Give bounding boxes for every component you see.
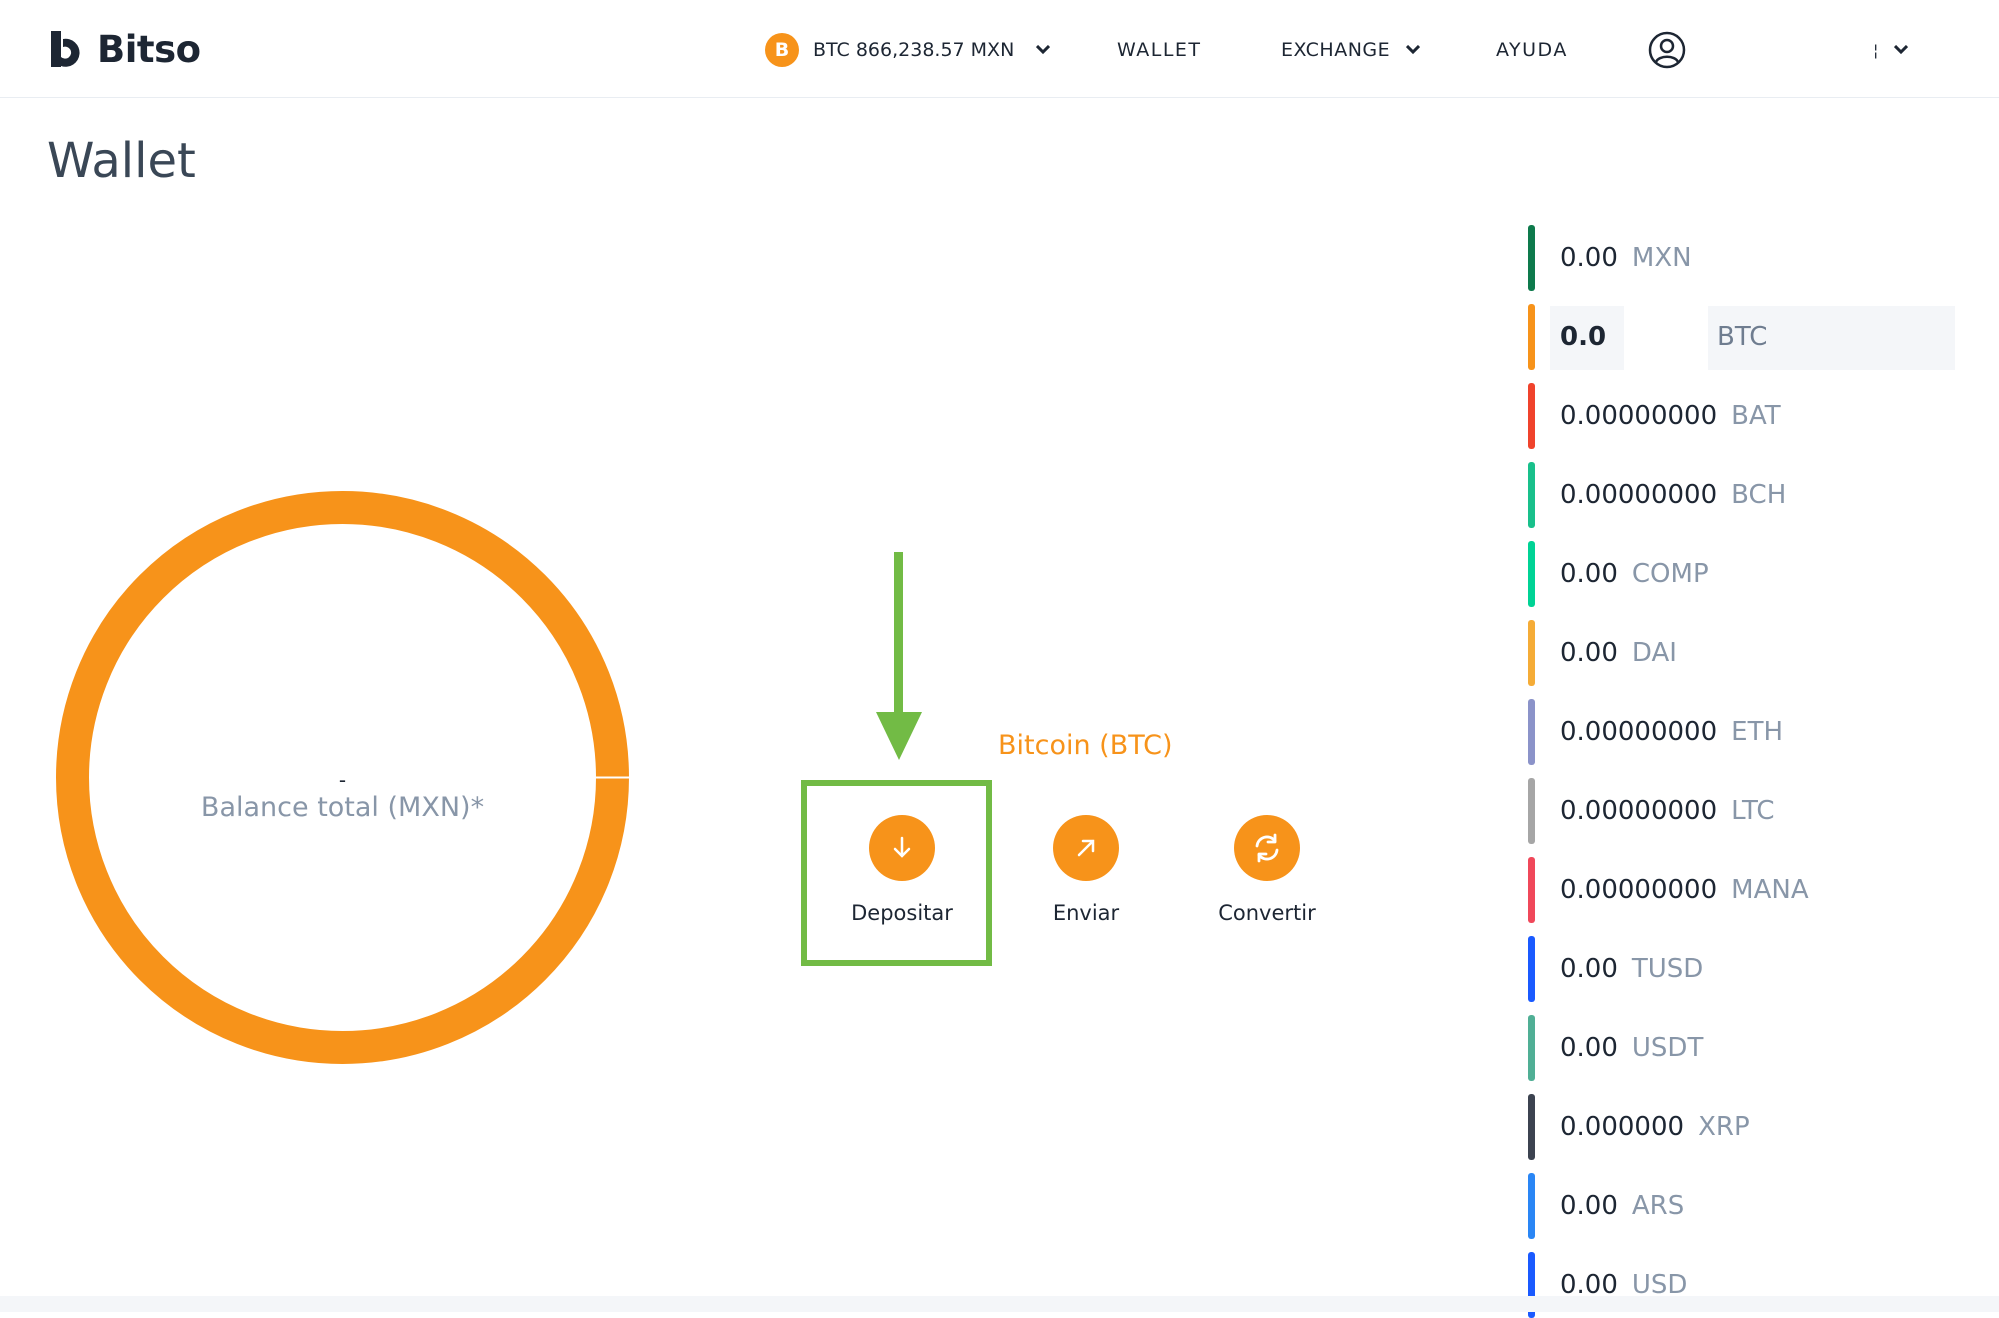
- balance-row-btc[interactable]: 0.0 BTC: [1525, 304, 1955, 370]
- convert-button[interactable]: Convertir: [1192, 815, 1342, 925]
- btc-price-text: BTC 866,238.57 MXN: [813, 39, 1015, 61]
- currency-code: DAI: [1631, 638, 1677, 668]
- currency-code: ETH: [1731, 717, 1784, 747]
- nav-ayuda[interactable]: AYUDA: [1496, 30, 1568, 70]
- currency-color-bar: [1528, 857, 1535, 923]
- balance-text: 0.00 COMP: [1560, 559, 1709, 589]
- balance-amount: 0.00: [1560, 638, 1618, 668]
- balance-row-ltc[interactable]: 0.00000000 LTC: [1525, 778, 1955, 844]
- balance-amount: 0.00: [1560, 1191, 1618, 1221]
- balance-row-mana[interactable]: 0.00000000 MANA: [1525, 857, 1955, 923]
- user-account-button[interactable]: [1648, 30, 1686, 70]
- currency-color-bar: [1528, 936, 1535, 1002]
- currency-code: BAT: [1731, 401, 1781, 431]
- balance-amount: 0.00000000: [1560, 480, 1718, 510]
- balance-text: 0.00 TUSD: [1560, 954, 1703, 984]
- top-nav: Bitso B BTC 866,238.57 MXN WALLET EXCHAN…: [0, 0, 1999, 98]
- balance-total-label: Balance total (MXN)*: [200, 792, 485, 823]
- balance-amount: 0.00000000: [1560, 796, 1718, 826]
- balance-row-ars[interactable]: 0.00 ARS: [1525, 1173, 1955, 1239]
- nav-exchange[interactable]: EXCHANGE: [1281, 30, 1421, 70]
- currency-color-bar: [1528, 620, 1535, 686]
- currency-code: XRP: [1698, 1112, 1750, 1142]
- send-label: Enviar: [1052, 901, 1120, 925]
- balance-row-mxn[interactable]: 0.00 MXN: [1525, 225, 1955, 291]
- balance-text: 0.00 DAI: [1560, 638, 1677, 668]
- chevron-down-icon: [1036, 45, 1051, 55]
- send-arrow-icon: [1053, 815, 1119, 881]
- currency-code: USDT: [1631, 1033, 1704, 1063]
- balance-text: 0.0: [1560, 322, 1606, 352]
- balance-row-usdt[interactable]: 0.00 USDT: [1525, 1015, 1955, 1081]
- balance-text: 0.00 MXN: [1560, 243, 1692, 273]
- currency-color-bar: [1528, 778, 1535, 844]
- balance-text: 0.00000000 BAT: [1560, 401, 1781, 431]
- balance-row-eth[interactable]: 0.00000000 ETH: [1525, 699, 1955, 765]
- balance-text: 0.00 USDT: [1560, 1033, 1703, 1063]
- bitso-logo-icon: [51, 31, 80, 67]
- annotation-arrow-icon: [876, 552, 922, 760]
- currency-color-bar: [1528, 541, 1535, 607]
- balance-text: 0.00000000 ETH: [1560, 717, 1783, 747]
- send-button[interactable]: Enviar: [1011, 815, 1161, 925]
- currency-color-bar: [1528, 225, 1535, 291]
- balance-row-xrp[interactable]: 0.000000 XRP: [1525, 1094, 1955, 1160]
- balance-text: 0.00 ARS: [1560, 1191, 1684, 1221]
- balance-text: 0.00000000 BCH: [1560, 480, 1786, 510]
- balance-text: 0.00000000 MANA: [1560, 875, 1809, 905]
- deposit-highlight-annotation: [801, 780, 992, 966]
- balance-text: 0.00000000 LTC: [1560, 796, 1775, 826]
- user-circle-icon: [1648, 31, 1686, 69]
- balance-amount: 0.00: [1560, 954, 1618, 984]
- language-label: ¦: [1873, 40, 1880, 60]
- language-selector[interactable]: ¦: [1873, 30, 1908, 70]
- balance-row-comp[interactable]: 0.00 COMP: [1525, 541, 1955, 607]
- balance-amount: 0.00: [1560, 559, 1618, 589]
- balance-donut-chart: - Balance total (MXN)*: [55, 490, 630, 1065]
- currency-code: COMP: [1631, 559, 1709, 589]
- footer-strip: [0, 1296, 1999, 1312]
- currency-code: MXN: [1631, 243, 1692, 273]
- convert-label: Convertir: [1218, 901, 1316, 925]
- chevron-down-icon: [1406, 45, 1421, 55]
- currency-color-bar: [1528, 1015, 1535, 1081]
- balance-text: 0.000000 XRP: [1560, 1112, 1750, 1142]
- balance-row-dai[interactable]: 0.00 DAI: [1525, 620, 1955, 686]
- balance-amount: 0.00: [1560, 1033, 1618, 1063]
- btc-price-ticker[interactable]: B BTC 866,238.57 MXN: [765, 30, 1051, 70]
- selected-currency-title: Bitcoin (BTC): [998, 730, 1173, 761]
- balance-amount: 0.00000000: [1560, 875, 1718, 905]
- currency-code: TUSD: [1631, 954, 1704, 984]
- currency-code: MANA: [1731, 875, 1809, 905]
- currency-code: LTC: [1731, 796, 1775, 826]
- page-title: Wallet: [47, 133, 196, 189]
- nav-exchange-label: EXCHANGE: [1281, 39, 1391, 61]
- convert-refresh-icon: [1234, 815, 1300, 881]
- balance-amount: 0.00000000: [1560, 401, 1718, 431]
- bitcoin-icon: B: [765, 33, 799, 67]
- balance-total-value: -: [338, 768, 347, 792]
- brand-name: Bitso: [97, 27, 201, 71]
- nav-wallet[interactable]: WALLET: [1117, 30, 1202, 70]
- balance-row-bat[interactable]: 0.00000000 BAT: [1525, 383, 1955, 449]
- currency-code: BTC: [1717, 322, 1768, 352]
- currency-color-bar: [1528, 304, 1535, 370]
- currency-color-bar: [1528, 699, 1535, 765]
- chevron-down-icon: [1893, 45, 1908, 55]
- currency-color-bar: [1528, 1173, 1535, 1239]
- balance-amount: 0.0: [1560, 322, 1607, 352]
- balance-row-bch[interactable]: 0.00000000 BCH: [1525, 462, 1955, 528]
- balance-row-tusd[interactable]: 0.00 TUSD: [1525, 936, 1955, 1002]
- bitso-logo[interactable]: Bitso: [47, 25, 201, 73]
- balance-amount: 0.00: [1560, 243, 1618, 273]
- balance-amount: 0.00000000: [1560, 717, 1718, 747]
- balance-amount: 0.000000: [1560, 1112, 1685, 1142]
- currency-color-bar: [1528, 1094, 1535, 1160]
- currency-code: ARS: [1631, 1191, 1685, 1221]
- currency-code: BCH: [1731, 480, 1787, 510]
- currency-color-bar: [1528, 383, 1535, 449]
- currency-color-bar: [1528, 462, 1535, 528]
